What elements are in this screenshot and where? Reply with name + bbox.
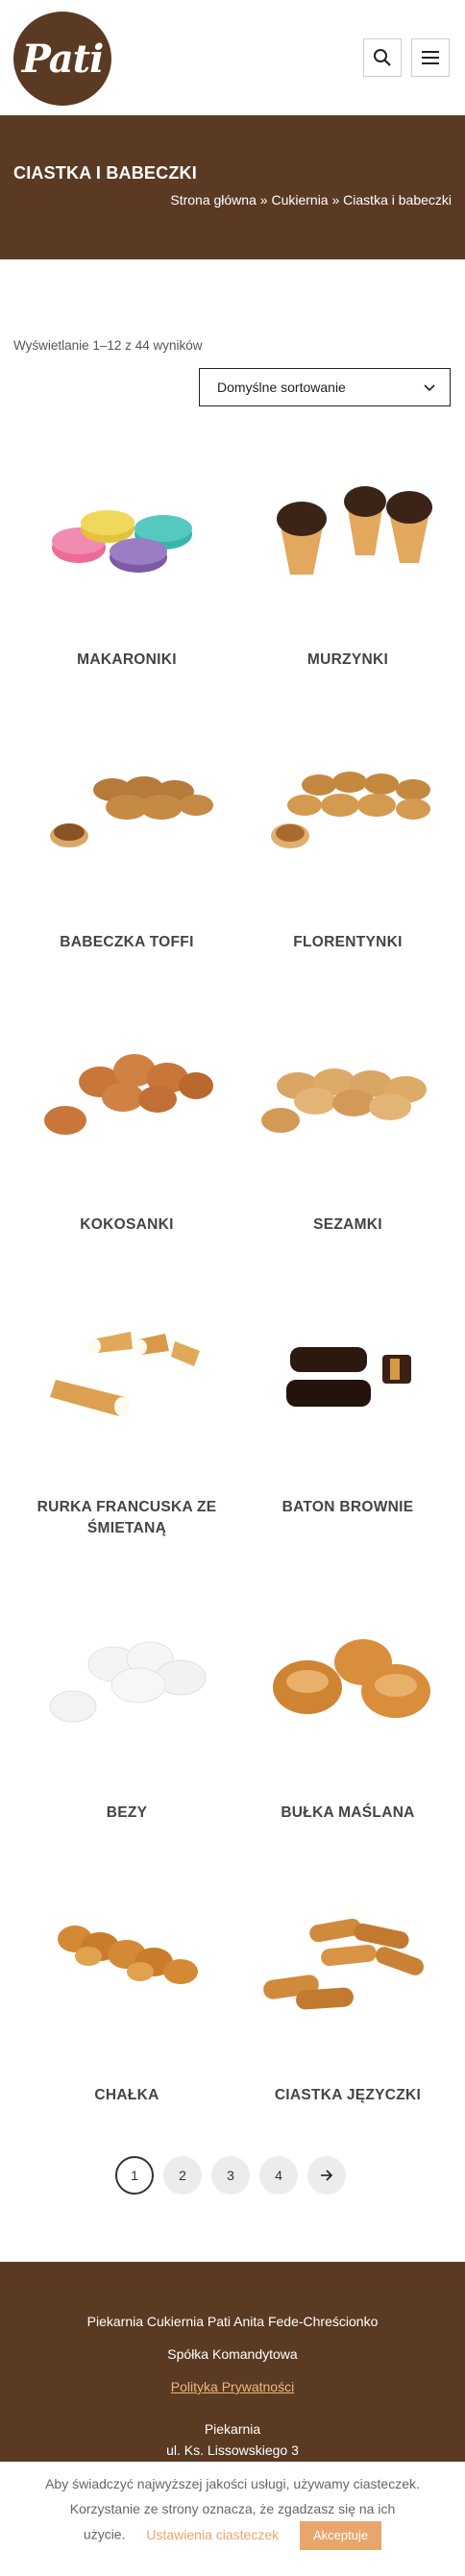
breadcrumb: Strona główna » Cukiernia » Ciastka i ba… <box>170 192 452 208</box>
product-image-brownie-bars[interactable] <box>252 1297 444 1441</box>
product-image-butter-buns[interactable] <box>252 1603 444 1747</box>
product-image-coconut-cookies[interactable] <box>31 1015 223 1159</box>
arrow-right-icon <box>321 2170 333 2181</box>
breadcrumb-separator: » <box>331 192 340 208</box>
cookie-actions-row: użycie. Ustawienia ciasteczek Akceptuje <box>0 2521 465 2550</box>
product-image-florentines[interactable] <box>252 732 444 876</box>
product-image-macarons[interactable] <box>31 450 223 594</box>
result-count: Wyświetlanie 1–12 z 44 wyników <box>13 338 203 353</box>
product-image-toffee-tartlets[interactable] <box>31 732 223 876</box>
breadcrumb-separator: » <box>259 192 268 208</box>
product-name[interactable]: FLORENTYNKI <box>252 932 444 953</box>
cookie-consent-bar: Aby świadczyć najwyższej jakości usługi,… <box>0 2462 465 2576</box>
page-link[interactable]: 2 <box>163 2156 202 2195</box>
page-link-current[interactable]: 1 <box>115 2156 154 2195</box>
product-name[interactable]: MURZYNKI <box>252 650 444 671</box>
page-title-band: CIASTKA I BABECZKI Strona główna » Cukie… <box>0 115 465 259</box>
product-image-meringues[interactable] <box>31 1603 223 1747</box>
footer-address: ul. Ks. Lissowskiego 3 <box>166 2442 299 2458</box>
cookie-text-line2: Korzystanie ze strony oznacza, że zgadza… <box>69 2501 396 2516</box>
cookie-accept-button[interactable]: Akceptuje <box>300 2521 382 2550</box>
search-button[interactable] <box>363 38 402 77</box>
product-name[interactable]: BEZY <box>31 1803 223 1824</box>
product-image-tongue-cookies[interactable] <box>252 1885 444 2029</box>
product-image-sesame-cookies[interactable] <box>252 1015 444 1159</box>
product-name[interactable]: CIASTKA JĘZYCZKI <box>252 2085 444 2106</box>
sort-selected-value: Domyślne sortowanie <box>217 380 346 395</box>
product-name[interactable]: CHAŁKA <box>31 2085 223 2106</box>
page-link[interactable]: 4 <box>259 2156 298 2195</box>
product-name[interactable]: RURKA FRANCUSKA ZE ŚMIETANĄ <box>31 1497 223 1539</box>
breadcrumb-home-link[interactable]: Strona główna <box>170 192 257 208</box>
footer-company-name: Piekarnia Cukiernia Pati Anita Fede-Chre… <box>86 2314 379 2329</box>
product-image-challah[interactable] <box>31 1885 223 2029</box>
footer-link-row: Polityka Prywatności <box>0 2379 465 2394</box>
page-title: CIASTKA I BABECZKI <box>13 163 197 183</box>
hamburger-menu-icon <box>422 51 439 64</box>
cookie-text-line3: użycie. <box>83 2526 126 2542</box>
privacy-policy-link[interactable]: Polityka Prywatności <box>171 2379 294 2394</box>
breadcrumb-current: Ciastka i babeczki <box>343 192 452 208</box>
page-link[interactable]: 3 <box>211 2156 250 2195</box>
footer-company-type: Spółka Komandytowa <box>167 2346 298 2362</box>
product-name[interactable]: SEZAMKI <box>252 1214 444 1236</box>
logo-text: Pati <box>21 36 105 82</box>
breadcrumb-category-link[interactable]: Cukiernia <box>271 192 328 208</box>
cookie-text-line1: Aby świadczyć najwyższej jakości usługi,… <box>45 2476 420 2491</box>
next-page-button[interactable] <box>307 2156 346 2195</box>
site-header: Pati <box>0 0 465 115</box>
footer-section-title: Piekarnia <box>204 2421 261 2437</box>
menu-button[interactable] <box>411 38 450 77</box>
product-image-cream-horns[interactable] <box>31 1297 223 1441</box>
product-name[interactable]: BUŁKA MAŚLANA <box>252 1803 444 1824</box>
search-icon <box>374 49 391 66</box>
sort-select[interactable]: Domyślne sortowanie <box>199 368 451 406</box>
cookie-settings-link[interactable]: Ustawienia ciasteczek <box>146 2527 279 2542</box>
product-name[interactable]: BABECZKA TOFFI <box>31 932 223 953</box>
product-name[interactable]: MAKARONIKI <box>31 650 223 671</box>
product-image-chocolate-cones[interactable] <box>252 450 444 594</box>
site-logo[interactable]: Pati <box>13 12 111 106</box>
product-name[interactable]: KOKOSANKI <box>31 1214 223 1236</box>
chevron-down-icon <box>424 384 435 392</box>
product-name[interactable]: BATON BROWNIE <box>252 1497 444 1518</box>
